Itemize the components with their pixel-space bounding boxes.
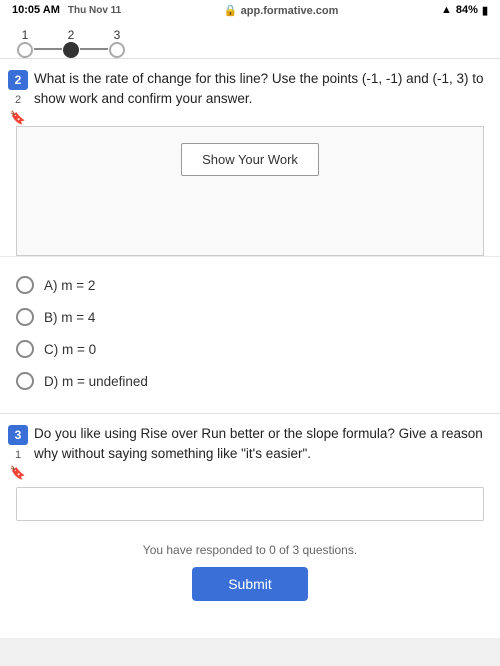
- question-3-text: Do you like using Rise over Run better o…: [34, 424, 488, 465]
- choice-label-a: A) m = 2: [44, 278, 95, 293]
- question-3-row: 3 1 🔖 Do you like using Rise over Run be…: [0, 414, 500, 481]
- radio-d[interactable]: [16, 372, 34, 390]
- show-work-area[interactable]: Show Your Work: [16, 126, 484, 256]
- step-circle-1: [17, 42, 33, 58]
- battery-label: 84%: [456, 4, 478, 16]
- lock-icon: 🔒: [224, 5, 238, 17]
- choice-label-b: B) m = 4: [44, 310, 95, 325]
- question-3-block: 3 1 🔖 Do you like using Rise over Run be…: [0, 413, 500, 521]
- battery-icon: ▮: [482, 4, 488, 17]
- question-3-badge: 3: [8, 425, 28, 445]
- radio-a[interactable]: [16, 276, 34, 294]
- status-time: 10:05 AM Thu Nov 11: [12, 4, 121, 16]
- address-url: 🔒 app.formative.com: [224, 4, 339, 17]
- choices-area: A) m = 2 B) m = 4 C) m = 0 D) m = undefi…: [0, 256, 500, 409]
- question-2-badge: 2: [8, 70, 28, 90]
- footer-section: You have responded to 0 of 3 questions. …: [0, 531, 500, 613]
- bookmark-icon-q2: 🔖: [10, 110, 26, 126]
- bookmark-icon-q3: 🔖: [10, 465, 26, 481]
- day-label: Thu Nov 11: [68, 5, 121, 16]
- question-2-block: 2 2 🔖 What is the rate of change for thi…: [0, 58, 500, 409]
- step-label-3: 3: [108, 28, 126, 42]
- step-circle-3: [109, 42, 125, 58]
- progress-steps: 1 2 3: [0, 20, 500, 58]
- choice-item-c[interactable]: C) m = 0: [16, 333, 484, 365]
- question-2-badge-col: 2 2 🔖: [0, 59, 34, 126]
- responded-text: You have responded to 0 of 3 questions.: [143, 543, 357, 557]
- question-3-input-wrapper[interactable]: [16, 487, 484, 521]
- time-label: 10:05 AM: [12, 4, 60, 16]
- response-count-q3: 1: [15, 449, 21, 461]
- show-work-button[interactable]: Show Your Work: [181, 143, 319, 176]
- status-right: ▲ 84% ▮: [441, 4, 488, 17]
- radio-b[interactable]: [16, 308, 34, 326]
- choice-item-d[interactable]: D) m = undefined: [16, 365, 484, 397]
- wifi-icon: ▲: [441, 4, 452, 16]
- step-line-1: [34, 48, 62, 50]
- submit-button[interactable]: Submit: [192, 567, 308, 601]
- question-2-content: What is the rate of change for this line…: [34, 59, 500, 110]
- choice-label-c: C) m = 0: [44, 342, 96, 357]
- radio-c[interactable]: [16, 340, 34, 358]
- url-text: app.formative.com: [241, 5, 339, 17]
- question-3-badge-col: 3 1 🔖: [0, 414, 34, 481]
- choice-label-d: D) m = undefined: [44, 374, 148, 389]
- main-content: 1 2 3 2 2 🔖 What is: [0, 20, 500, 638]
- response-count-q2: 2: [15, 94, 21, 106]
- status-bar: 10:05 AM Thu Nov 11 🔒 app.formative.com …: [0, 0, 500, 20]
- step-line-2: [80, 48, 108, 50]
- choice-item-a[interactable]: A) m = 2: [16, 269, 484, 301]
- step-label-1: 1: [16, 28, 34, 42]
- question-2-text: What is the rate of change for this line…: [34, 69, 488, 110]
- question-3-content: Do you like using Rise over Run better o…: [34, 414, 500, 465]
- choice-item-b[interactable]: B) m = 4: [16, 301, 484, 333]
- step-circle-2: [63, 42, 79, 58]
- question-3-input[interactable]: [17, 488, 483, 520]
- step-label-2: 2: [62, 28, 80, 42]
- question-2-row: 2 2 🔖 What is the rate of change for thi…: [0, 59, 500, 126]
